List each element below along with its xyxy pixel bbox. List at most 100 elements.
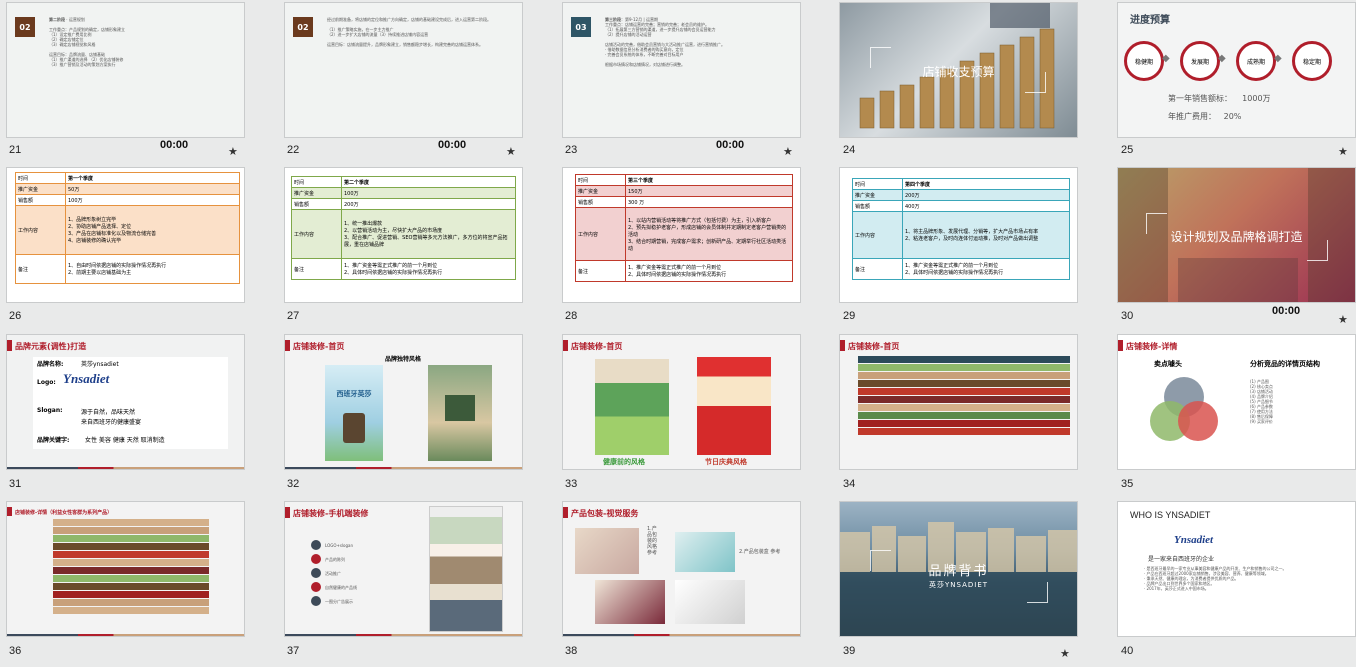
phase-circle: 成熟期 [1236, 41, 1276, 81]
slide-subtitle: 品牌独特风格 [385, 356, 422, 363]
caption-healthy: 健康前的风格 [603, 458, 645, 466]
star-icon[interactable]: ★ [1060, 647, 1070, 660]
slide-body-text: 第三阶段：第9-12月 | 运营期 工作重点：店铺运营的完善；营销的完善；老会员的… [605, 17, 725, 67]
quarter-table: 时间 第二个季度 推广资金 100万 销售额 200万 工作内容 1、统一推出爆款 2、… [291, 176, 516, 280]
mobile-steps: LOGO+slogan 产品的陈列 活动推广 自然健康的产品线 一图分广告展示 [311, 538, 421, 608]
packaging-photo [575, 528, 639, 574]
slide-thumb-33[interactable]: 店铺装修-首页 健康前的风格 节日庆典风格 [563, 335, 800, 469]
phase-circle: 发展期 [1180, 41, 1220, 81]
star-icon[interactable]: ★ [228, 145, 238, 158]
slide-title: 店铺装修-首页 [848, 342, 900, 351]
step-icon [311, 596, 321, 606]
slide-title: 店铺装修-详情（利益女性客群为系列产品） [15, 510, 113, 516]
step-icon [311, 568, 321, 578]
slide-thumb-37[interactable]: 店铺装修-手机端装修 LOGO+slogan 产品的陈列 活动推广 自然健康的产… [285, 502, 522, 636]
slide-thumb-22[interactable]: 02 经过前期准备，将店铺的定位和推广方向确定，店铺的基础建设完成后，进入运营第… [285, 3, 522, 137]
slide-thumb-28[interactable]: 时间 第三个季度 推广资金 150万 销售额 300 万 工作内容 1、以站内营销活动等… [563, 168, 800, 302]
packaging-note-2: 2.产品包装盒 参考 [739, 549, 781, 555]
slide-number: 38 [565, 645, 578, 657]
slide-title: 进度预算 [1130, 15, 1170, 26]
slide-number: 29 [843, 310, 856, 322]
slide-thumb-27[interactable]: 时间 第二个季度 推广资金 100万 销售额 200万 工作内容 1、统一推出爆款 2、… [285, 168, 522, 302]
slide-number: 28 [565, 310, 578, 322]
star-icon[interactable]: ★ [783, 145, 793, 158]
slide-thumb-34[interactable]: 店铺装修-首页 [840, 335, 1077, 469]
section-badge: 02 [15, 17, 35, 37]
slide-title: 店铺装修-手机端装修 [293, 509, 369, 518]
slide-thumb-24[interactable]: 店铺收支预算 [840, 3, 1077, 137]
intro-line: 是一家来自西班牙的企业 [1148, 556, 1215, 563]
slide-timer: 00:00 [716, 139, 745, 151]
detail-stripes [53, 518, 209, 615]
slide-thumb-38[interactable]: 产品包装-视觉服务 1.产品包装的风格参考 2.产品包装盒 参考 [563, 502, 800, 636]
section-badge: 03 [571, 17, 591, 37]
promo-cost-text: 年推广费用： 20% [1168, 112, 1242, 121]
brand-card: 品牌名称: 英莎ynsadiet Logo: Ynsadiet Slogan: … [33, 357, 228, 449]
slide-number: 40 [1121, 645, 1134, 657]
slogan-line-1: 源于自然，品味天然 [81, 409, 136, 416]
slide-title: 店铺装修-详情 [1126, 342, 1178, 351]
packaging-note-1: 1.产品包装的风格参考 [647, 526, 658, 556]
slide-number: 22 [287, 144, 300, 156]
caption-festival: 节日庆典风格 [705, 458, 747, 466]
slide-thumb-21[interactable]: 02 第二阶段 · 运营规划 工作重点：产品规划的确定，店铺形象建立 （1）设定推广… [7, 3, 244, 137]
slide-thumb-39[interactable]: 品牌背书 英莎YNSADIET [840, 502, 1077, 636]
logo-label: Logo: [37, 379, 56, 386]
arrow-icon: ◆ [1274, 53, 1282, 64]
step-label: LOGO+slogan [325, 542, 354, 548]
slide-title: 品牌元素(调性)打造 [15, 342, 87, 351]
star-icon[interactable]: ★ [1338, 313, 1348, 326]
slide-thumb-30[interactable]: 设计规划及品牌格调打造 [1118, 168, 1355, 302]
slide-number: 24 [843, 144, 856, 156]
slide-thumb-40[interactable]: WHO IS YNSADIET Ynsadiet 是一家来自西班牙的企业 · 是… [1118, 502, 1355, 636]
packaging-photo [595, 580, 665, 624]
poster-image [428, 365, 492, 461]
slide-timer: 00:00 [1272, 305, 1301, 317]
slide-thumb-25[interactable]: 进度预算 稳健期 ◆ 发展期 ◆ 成熟期 ◆ 稳定期 第一年销售额标： 1000… [1118, 3, 1355, 137]
layout-stripes [858, 355, 1070, 436]
slide-number: 37 [287, 645, 300, 657]
slide-thumb-31[interactable]: 品牌元素(调性)打造 品牌名称: 英莎ynsadiet Logo: Ynsadi… [7, 335, 244, 469]
footer-line [563, 634, 800, 636]
header-bar [7, 340, 12, 351]
webpage-preview-green [595, 359, 669, 455]
slide-timer: 00:00 [160, 139, 189, 151]
slide-number: 26 [9, 310, 22, 322]
section-heading-2: 分析竞品的详情页结构 [1250, 360, 1320, 368]
webpage-preview-red [697, 357, 771, 455]
sales-target-text: 第一年销售额标： 1000万 [1168, 94, 1271, 103]
slide-number: 25 [1121, 144, 1134, 156]
slide-number: 34 [843, 478, 856, 490]
header-bar [285, 507, 290, 518]
slide-number: 32 [287, 478, 300, 490]
step-icon [311, 540, 321, 550]
step-label: 一图分广告展示 [325, 598, 353, 604]
header-bar [563, 340, 568, 351]
slide-thumb-32[interactable]: 店铺装修-首页 品牌独特风格 西班牙英莎 [285, 335, 522, 469]
slide-timer: 00:00 [438, 139, 467, 151]
slide-number: 27 [287, 310, 300, 322]
keyword-value: 女性 美容 健康 天然 取消制造 [85, 437, 165, 444]
star-icon[interactable]: ★ [506, 145, 516, 158]
quarter-table: 时间 第三个季度 推广资金 150万 销售额 300 万 工作内容 1、以站内营销活动等… [575, 174, 793, 282]
intro-body: · 是西班牙最早的一家专业从事美容和健康产品的开发、生产和销售的公司之一。 · … [1144, 566, 1287, 591]
step-label: 活动推广 [325, 570, 341, 576]
star-icon[interactable]: ★ [1338, 145, 1348, 158]
slide-thumb-29[interactable]: 时间 第四个季度 推广资金 200万 销售额 400万 工作内容 1、将主品牌形象、发展… [840, 168, 1077, 302]
header-bar [1118, 340, 1123, 351]
quarter-table: 时间 第四个季度 推广资金 200万 销售额 400万 工作内容 1、将主品牌形象、发展… [852, 178, 1070, 280]
detail-list: (1) 产品图 (2) 核心卖点 (3) 店铺活动 (4) 品牌介绍 (5) 产品细节(… [1250, 379, 1273, 424]
packaging-photo [675, 532, 735, 572]
slide-title: 店铺装修-首页 [571, 342, 623, 351]
slide-thumb-26[interactable]: 时间 第一个季度 推广资金 50万 销售额 100万 工作内容 1、品牌形象树立完毕 2… [7, 168, 244, 302]
step-label: 自然健康的产品线 [325, 584, 357, 590]
footer-line [7, 467, 244, 469]
brand-logo: Ynsadiet [1174, 534, 1214, 546]
slide-number: 35 [1121, 478, 1134, 490]
slide-thumb-23[interactable]: 03 第三阶段：第9-12月 | 运营期 工作重点：店铺运营的完善；营销的完善；老… [563, 3, 800, 137]
footer-line [285, 467, 522, 469]
slide-thumb-36[interactable]: 店铺装修-详情（利益女性客群为系列产品） [7, 502, 244, 636]
step-icon [311, 582, 321, 592]
poster-image: 西班牙英莎 [325, 365, 383, 461]
slide-thumb-35[interactable]: 店铺装修-详情 卖点噱头 分析竞品的详情页结构 (1) 产品图 (2) 核心卖点(… [1118, 335, 1355, 469]
